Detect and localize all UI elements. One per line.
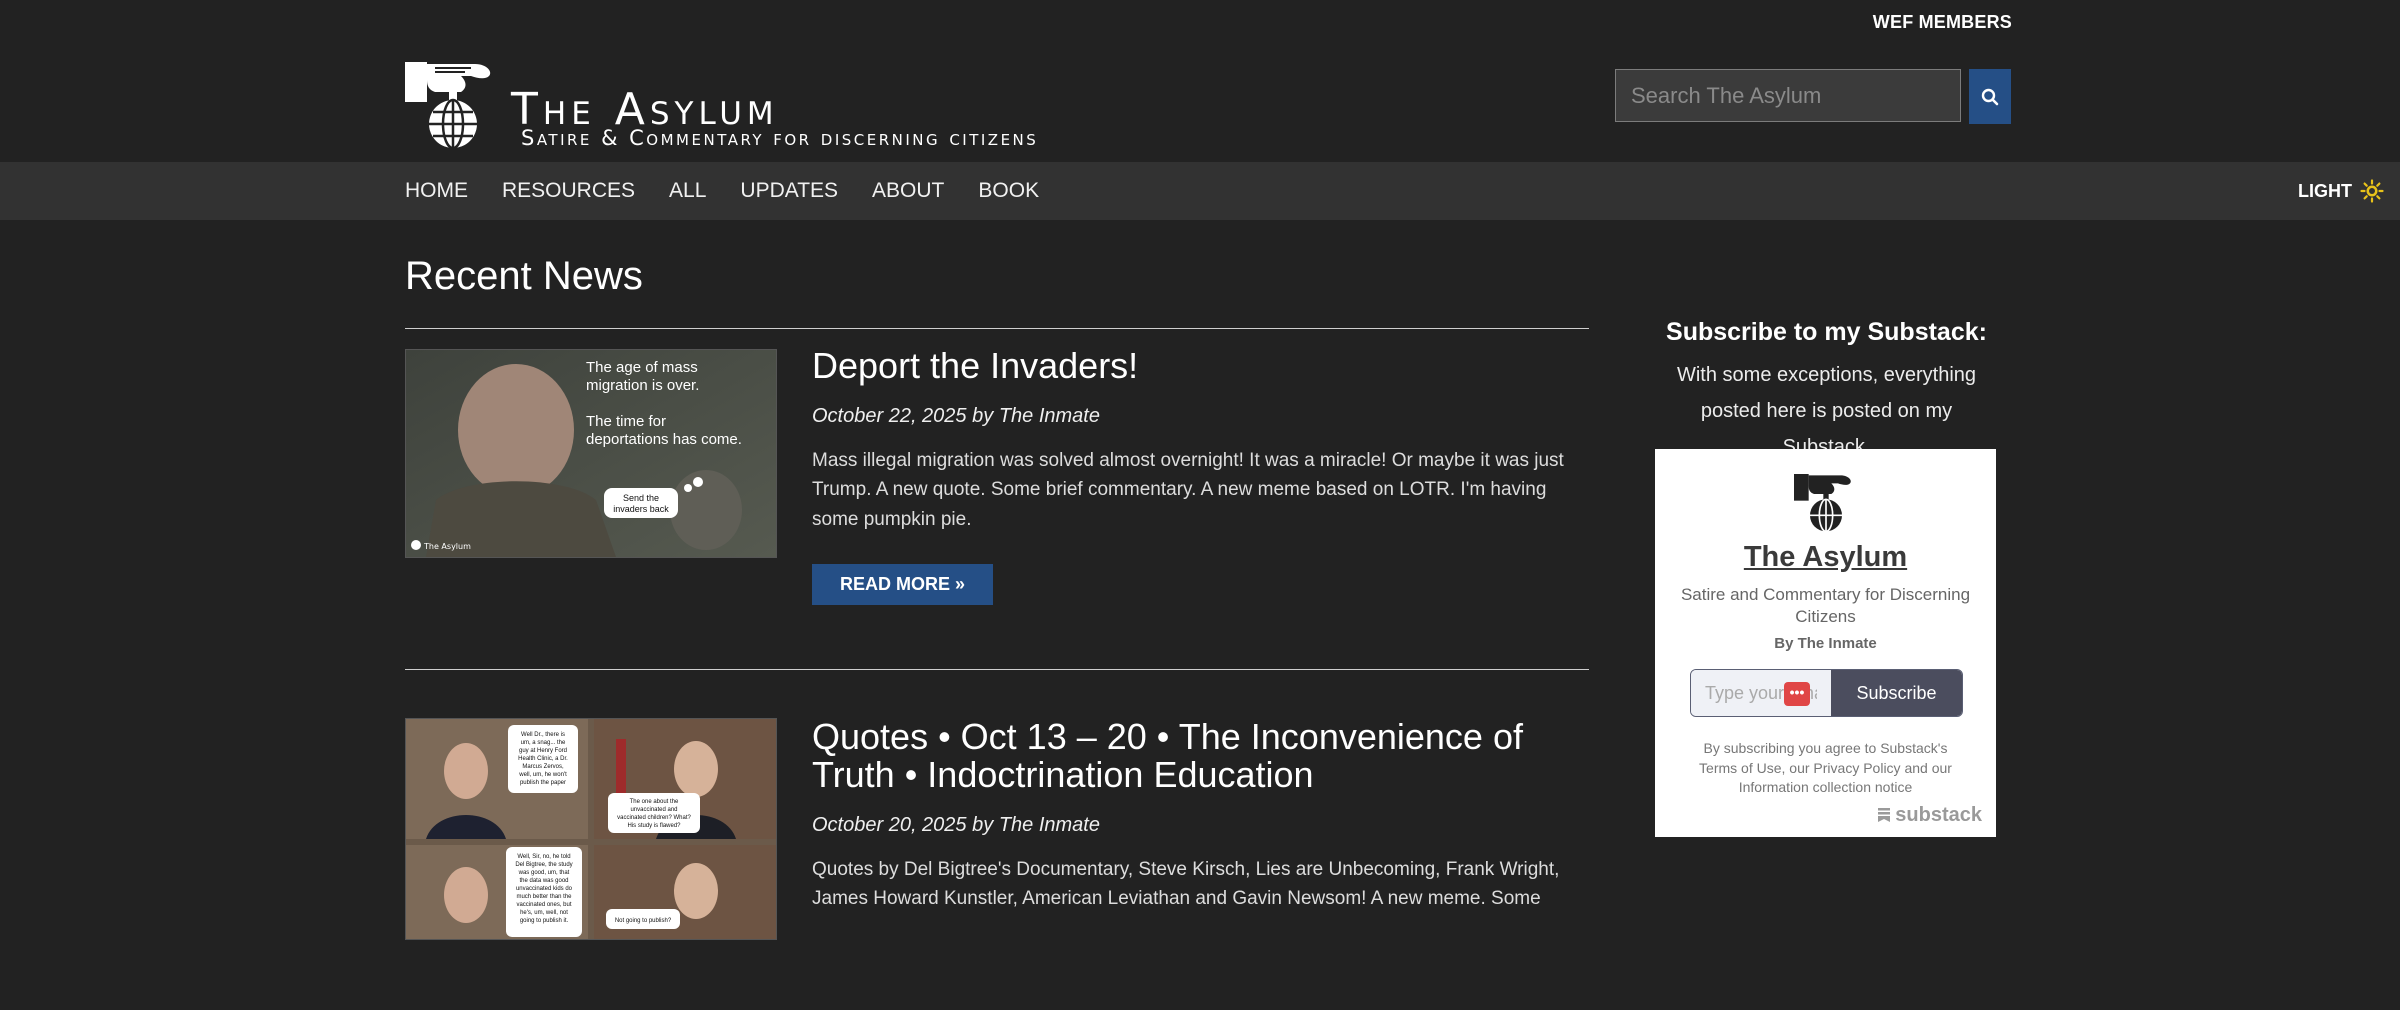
substack-pub-name[interactable]: The Asylum <box>1655 541 1996 574</box>
main-nav: HOME RESOURCES ALL UPDATES ABOUT BOOK LI… <box>0 162 2400 220</box>
theme-toggle-label: LIGHT <box>2298 180 2352 201</box>
post-by: by <box>972 813 994 836</box>
nav-about[interactable]: ABOUT <box>872 179 944 203</box>
svg-text:His study is flawed?: His study is flawed? <box>627 823 681 829</box>
substack-brand[interactable]: substack <box>1877 804 1982 827</box>
svg-text:migration is over.: migration is over. <box>586 377 699 394</box>
post-thumbnail-image: The age of mass migration is over. The t… <box>406 350 776 557</box>
post-title[interactable]: Deport the Invaders! <box>812 347 1589 385</box>
search-icon <box>1981 88 1999 105</box>
svg-text:The Asylum: The Asylum <box>423 542 471 551</box>
post-date: October 22, 2025 <box>812 404 967 427</box>
post-meta: October 22, 2025 by The Inmate <box>812 405 1589 428</box>
svg-text:Well, Sir, no, he told: Well, Sir, no, he told <box>517 854 570 860</box>
svg-text:going to publish it.: going to publish it. <box>520 918 569 924</box>
substack-legal: By subscribing you agree to Substack's T… <box>1685 739 1966 798</box>
svg-text:invaders back: invaders back <box>613 504 669 514</box>
svg-text:The time for: The time for <box>586 413 666 430</box>
substack-brand-label: substack <box>1895 804 1982 826</box>
nav-resources[interactable]: RESOURCES <box>502 179 635 203</box>
svg-text:deportations has come.: deportations has come. <box>586 431 742 448</box>
email-field[interactable] <box>1691 670 1831 716</box>
post-item: The age of mass migration is over. The t… <box>405 329 1589 669</box>
asylum-logo-icon <box>1794 474 1851 533</box>
svg-text:Not going to publish?: Not going to publish? <box>615 918 672 924</box>
svg-text:Del Bigtree, the study: Del Bigtree, the study <box>515 862 572 868</box>
post-thumbnail[interactable]: Well Dr., there is um, a snag... the guy… <box>405 718 777 940</box>
svg-text:publish the paper: publish the paper <box>520 780 566 786</box>
svg-text:Marcus Zervos,: Marcus Zervos, <box>522 764 564 770</box>
post-excerpt: Quotes by Del Bigtree's Documentary, Ste… <box>812 858 1560 910</box>
post-thumbnail[interactable]: The age of mass migration is over. The t… <box>405 349 777 558</box>
password-manager-icon[interactable]: ••• <box>1784 682 1810 706</box>
post-thumbnail-image: Well Dr., there is um, a snag... the guy… <box>406 719 776 939</box>
svg-text:The one about the: The one about the <box>630 799 679 805</box>
post-by: by <box>972 404 994 427</box>
post-excerpt: Mass illegal migration was solved almost… <box>812 449 1564 530</box>
sun-icon <box>2360 179 2384 203</box>
read-more-button[interactable]: READ MORE » <box>812 564 994 606</box>
sidebar-title: Subscribe to my Substack: <box>1666 318 1987 346</box>
site-tagline: Satire & Commentary for discerning citiz… <box>521 126 1039 150</box>
post-title[interactable]: Quotes • Oct 13 – 20 • The Inconvenience… <box>812 718 1589 794</box>
substack-author: By The Inmate <box>1774 635 1877 652</box>
substack-logo-icon <box>1877 808 1890 822</box>
search-input[interactable] <box>1615 69 1961 122</box>
substack-form: ••• Subscribe <box>1690 669 1963 717</box>
svg-text:he's, um, well, not: he's, um, well, not <box>520 910 568 916</box>
svg-text:The age of mass: The age of mass <box>586 359 698 376</box>
svg-text:vaccinated ones, but: vaccinated ones, but <box>516 902 571 908</box>
substack-embed: The Asylum Satire and Commentary for Dis… <box>1655 449 1996 837</box>
post-date: October 20, 2025 <box>812 813 967 836</box>
svg-text:um, a snag... the: um, a snag... the <box>521 740 566 746</box>
svg-text:Well Dr., there is: Well Dr., there is <box>521 732 565 738</box>
wef-members-link[interactable]: WEF MEMBERS <box>1873 12 2012 33</box>
nav-home[interactable]: HOME <box>405 179 468 203</box>
sidebar: Subscribe to my Substack: With some exce… <box>1655 318 1998 837</box>
nav-book[interactable]: BOOK <box>978 179 1039 203</box>
svg-text:much better than the: much better than the <box>516 894 572 900</box>
nav-all[interactable]: ALL <box>669 179 706 203</box>
legal-separator: and <box>1900 759 1932 776</box>
svg-text:the data was good: the data was good <box>519 878 568 884</box>
svg-text:well, um, he won't: well, um, he won't <box>518 772 567 778</box>
post-meta: October 20, 2025 by The Inmate <box>812 814 1589 837</box>
post-author[interactable]: The Inmate <box>999 405 1100 427</box>
svg-text:vaccinated children? What?: vaccinated children? What? <box>617 815 691 821</box>
post-item: Well Dr., there is um, a snag... the guy… <box>405 670 1589 1010</box>
svg-text:unvaccinated and: unvaccinated and <box>630 807 677 813</box>
svg-text:guy at Henry Ford: guy at Henry Ford <box>519 748 567 754</box>
asylum-logo-icon[interactable] <box>405 58 501 150</box>
legal-prefix: By subscribing you agree to <box>1703 740 1881 756</box>
theme-toggle[interactable]: LIGHT <box>2298 162 2384 220</box>
search-button[interactable] <box>1969 69 2011 124</box>
substack-description: Satire and Commentary for Discerning Cit… <box>1680 585 1971 627</box>
subscribe-button[interactable]: Subscribe <box>1831 670 1962 716</box>
svg-text:Send the: Send the <box>623 493 659 503</box>
nav-updates[interactable]: UPDATES <box>740 179 838 203</box>
privacy-link[interactable]: our Privacy Policy <box>1789 760 1900 776</box>
main-content: Recent News The age of mass migration is… <box>405 252 1589 1010</box>
section-title: Recent News <box>405 254 643 298</box>
post-author[interactable]: The Inmate <box>999 814 1100 836</box>
svg-text:Health Clinic, a Dr.: Health Clinic, a Dr. <box>518 756 568 762</box>
svg-text:was good, um, that: was good, um, that <box>518 870 570 876</box>
